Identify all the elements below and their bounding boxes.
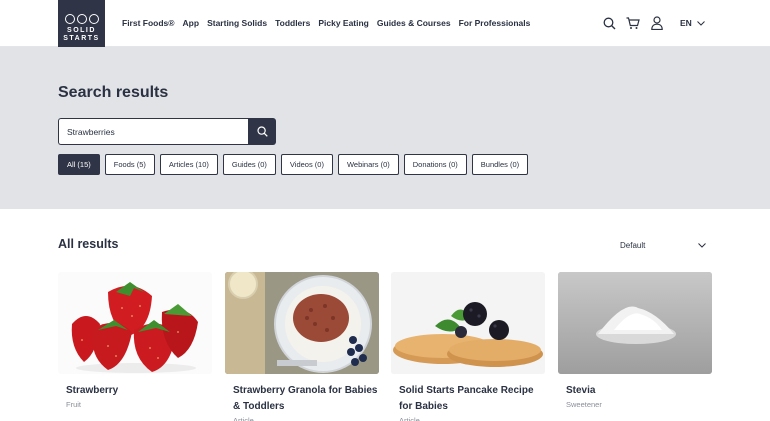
result-card[interactable]: Stevia Sweetener xyxy=(558,272,712,409)
nav-item-picky-eating[interactable]: Picky Eating xyxy=(318,18,369,28)
main-nav: First Foods® App Starting Solids Toddler… xyxy=(122,18,530,28)
granola-bowl-image xyxy=(225,272,379,374)
result-type: Article xyxy=(399,416,420,421)
cart-icon[interactable] xyxy=(626,15,640,31)
result-title: Strawberry xyxy=(66,385,119,396)
site-header: SOLID STARTS First Foods® App Starting S… xyxy=(0,0,770,47)
filter-webinars[interactable]: Webinars (0) xyxy=(337,154,399,175)
filter-bundles[interactable]: Bundles (0) xyxy=(471,154,529,175)
nav-item-first-foods[interactable]: First Foods® xyxy=(122,18,175,28)
search-button[interactable] xyxy=(248,118,276,145)
user-icon[interactable] xyxy=(650,15,664,31)
results-heading: All results xyxy=(58,237,119,251)
page-title: Search results xyxy=(58,84,169,101)
filter-all[interactable]: All (15) xyxy=(58,154,100,175)
stevia-powder-image xyxy=(558,272,712,374)
filter-guides[interactable]: Guides (0) xyxy=(222,154,276,175)
filter-articles[interactable]: Articles (10) xyxy=(159,154,218,175)
language-selector[interactable]: EN xyxy=(680,18,705,28)
sort-dropdown[interactable]: Default xyxy=(620,241,706,250)
logo-text-line2: STARTS xyxy=(63,35,100,42)
nav-item-for-professionals[interactable]: For Professionals xyxy=(459,18,531,28)
filter-chips: All (15) Foods (5) Articles (10) Guides … xyxy=(58,154,529,175)
chevron-down-icon xyxy=(696,20,705,26)
result-type: Sweetener xyxy=(566,400,602,409)
language-label: EN xyxy=(680,18,692,28)
strawberry-image xyxy=(58,272,212,374)
result-card[interactable]: Strawberry Fruit xyxy=(58,272,212,409)
sort-value: Default xyxy=(620,241,646,250)
logo-text-line1: SOLID xyxy=(67,27,96,34)
logo-mark-icon xyxy=(64,14,99,24)
chevron-down-icon xyxy=(698,243,706,248)
search-icon[interactable] xyxy=(602,15,616,31)
nav-item-starting-solids[interactable]: Starting Solids xyxy=(207,18,267,28)
search-icon xyxy=(256,126,268,137)
result-title: Solid Starts Pancake Recipe for Babies xyxy=(399,385,534,412)
result-type: Article xyxy=(233,416,254,421)
brand-logo[interactable]: SOLID STARTS xyxy=(58,0,105,47)
header-actions xyxy=(602,15,664,31)
result-title: Stevia xyxy=(566,385,596,396)
filter-donations[interactable]: Donations (0) xyxy=(403,154,467,175)
result-title: Strawberry Granola for Babies & Toddlers xyxy=(233,385,378,412)
pancake-image xyxy=(391,272,545,374)
result-type: Fruit xyxy=(66,400,81,409)
search-input[interactable] xyxy=(58,118,248,145)
nav-item-toddlers[interactable]: Toddlers xyxy=(275,18,310,28)
result-card[interactable]: Strawberry Granola for Babies & Toddlers… xyxy=(225,272,379,421)
result-card[interactable]: Solid Starts Pancake Recipe for Babies A… xyxy=(391,272,545,421)
filter-videos[interactable]: Videos (0) xyxy=(280,154,333,175)
nav-item-app[interactable]: App xyxy=(183,18,200,28)
filter-foods[interactable]: Foods (5) xyxy=(104,154,155,175)
nav-item-guides-courses[interactable]: Guides & Courses xyxy=(377,18,451,28)
